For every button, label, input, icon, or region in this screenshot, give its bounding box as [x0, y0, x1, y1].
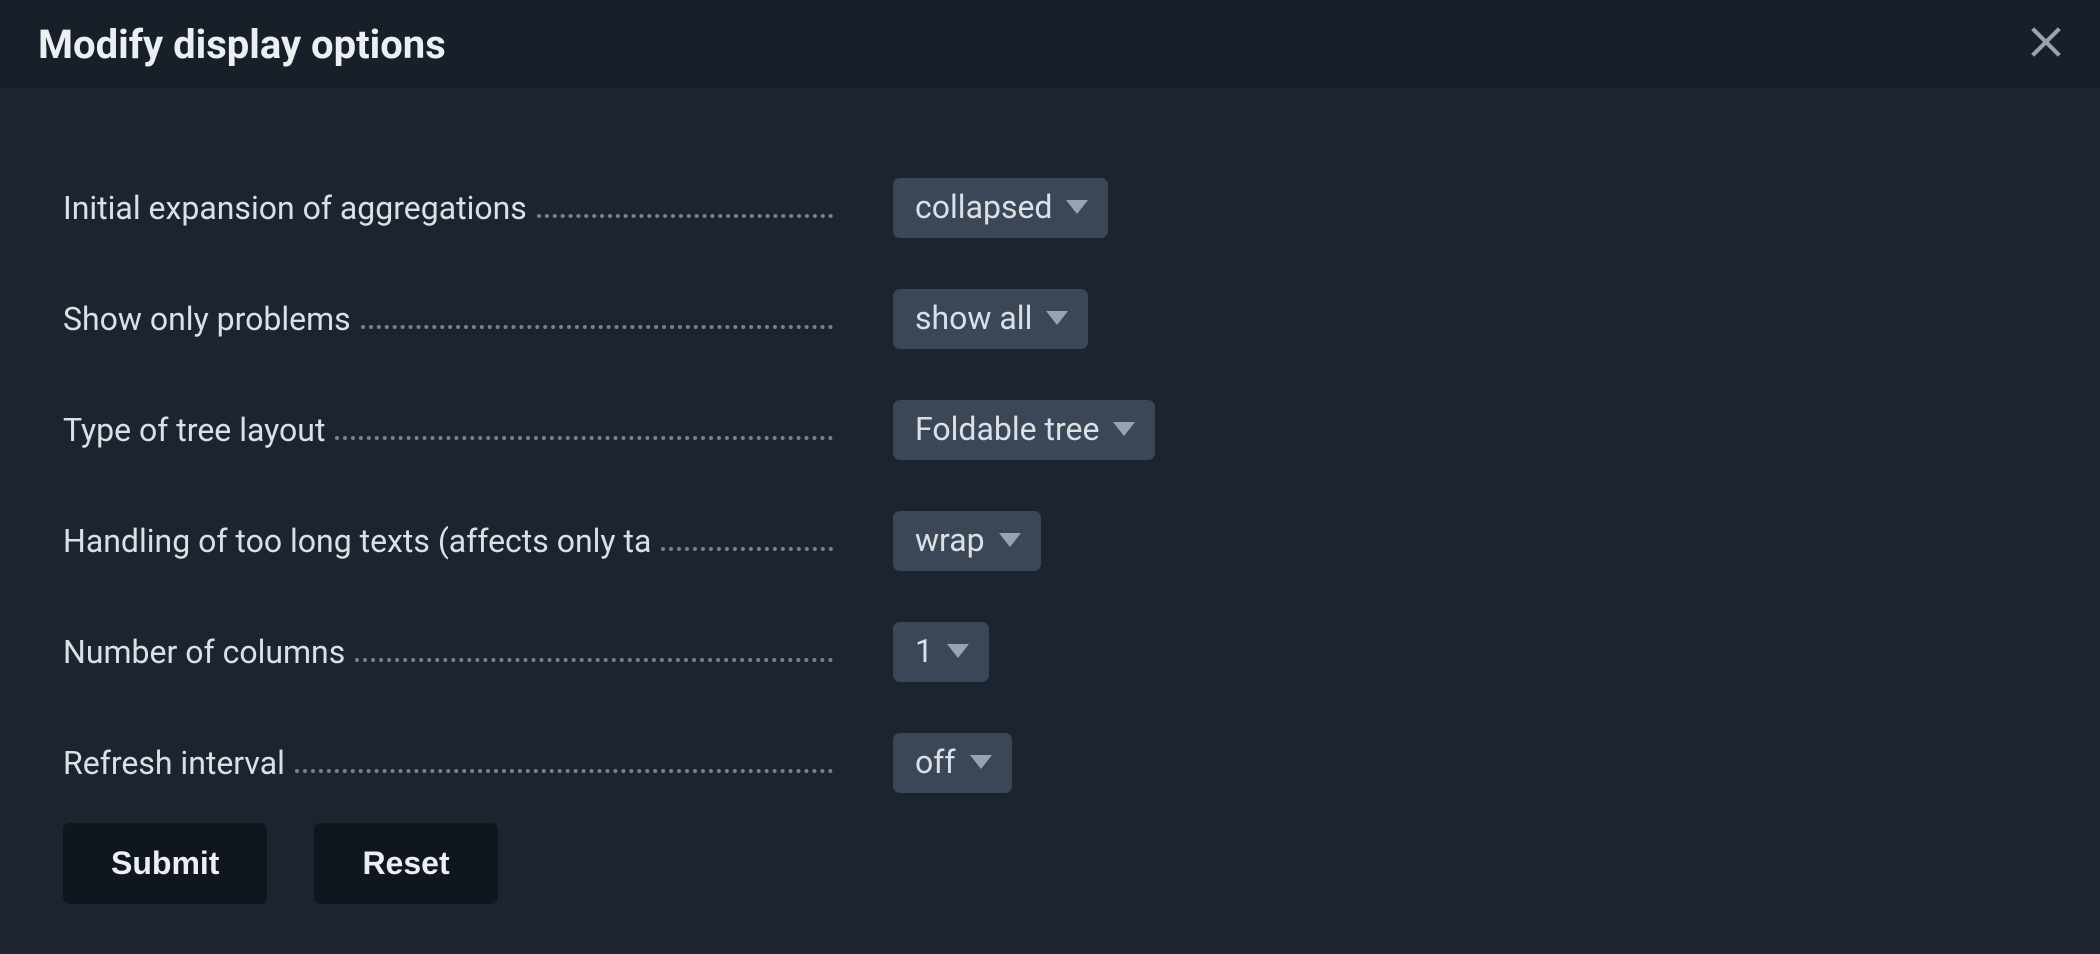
- chevron-down-icon: [999, 533, 1021, 547]
- chevron-down-icon: [947, 644, 969, 658]
- select-initial-expansion[interactable]: collapsed: [893, 178, 1108, 238]
- select-long-text-handling[interactable]: wrap: [893, 511, 1041, 571]
- row-label-wrapper: Show only problems: [63, 300, 833, 338]
- select-value: Foldable tree: [915, 410, 1099, 448]
- close-icon[interactable]: [2022, 18, 2070, 70]
- select-value: 1: [915, 632, 933, 670]
- row-label: Number of columns: [63, 633, 355, 671]
- display-options-dialog: Modify display options Initial expansion…: [0, 0, 2100, 933]
- dotted-leader: [335, 436, 833, 440]
- row-label-wrapper: Refresh interval: [63, 744, 833, 782]
- row-label-wrapper: Handling of too long texts (affects only…: [63, 522, 833, 560]
- dotted-leader: [355, 658, 833, 662]
- select-value: wrap: [915, 521, 985, 559]
- form-rows: Initial expansion of aggregations collap…: [63, 178, 2050, 793]
- select-value: show all: [915, 299, 1032, 337]
- dotted-leader: [295, 769, 833, 773]
- row-label: Handling of too long texts (affects only…: [63, 522, 661, 560]
- row-number-of-columns: Number of columns 1: [63, 622, 2050, 682]
- select-value: off: [915, 743, 956, 781]
- dialog-title: Modify display options: [38, 21, 446, 68]
- select-number-of-columns[interactable]: 1: [893, 622, 989, 682]
- dotted-leader: [661, 547, 833, 551]
- row-tree-layout: Type of tree layout Foldable tree: [63, 400, 2050, 460]
- row-label-wrapper: Initial expansion of aggregations: [63, 189, 833, 227]
- dialog-body: Initial expansion of aggregations collap…: [0, 88, 2100, 823]
- row-value-cell: off: [833, 733, 1012, 793]
- chevron-down-icon: [1066, 200, 1088, 214]
- chevron-down-icon: [970, 755, 992, 769]
- reset-button[interactable]: Reset: [314, 823, 497, 904]
- row-value-cell: Foldable tree: [833, 400, 1155, 460]
- row-label-wrapper: Number of columns: [63, 633, 833, 671]
- chevron-down-icon: [1113, 422, 1135, 436]
- select-tree-layout[interactable]: Foldable tree: [893, 400, 1155, 460]
- chevron-down-icon: [1046, 311, 1068, 325]
- row-value-cell: show all: [833, 289, 1088, 349]
- select-value: collapsed: [915, 188, 1052, 226]
- row-value-cell: 1: [833, 622, 989, 682]
- row-value-cell: collapsed: [833, 178, 1108, 238]
- dotted-leader: [537, 214, 833, 218]
- dialog-header: Modify display options: [0, 0, 2100, 88]
- row-long-text-handling: Handling of too long texts (affects only…: [63, 511, 2050, 571]
- dialog-footer: Submit Reset: [0, 823, 2100, 954]
- select-refresh-interval[interactable]: off: [893, 733, 1012, 793]
- row-label: Refresh interval: [63, 744, 295, 782]
- submit-button[interactable]: Submit: [63, 823, 267, 904]
- select-show-only-problems[interactable]: show all: [893, 289, 1088, 349]
- row-label: Type of tree layout: [63, 411, 335, 449]
- row-value-cell: wrap: [833, 511, 1041, 571]
- dotted-leader: [361, 325, 833, 329]
- row-initial-expansion: Initial expansion of aggregations collap…: [63, 178, 2050, 238]
- row-label: Show only problems: [63, 300, 361, 338]
- row-show-only-problems: Show only problems show all: [63, 289, 2050, 349]
- row-refresh-interval: Refresh interval off: [63, 733, 2050, 793]
- row-label: Initial expansion of aggregations: [63, 189, 537, 227]
- row-label-wrapper: Type of tree layout: [63, 411, 833, 449]
